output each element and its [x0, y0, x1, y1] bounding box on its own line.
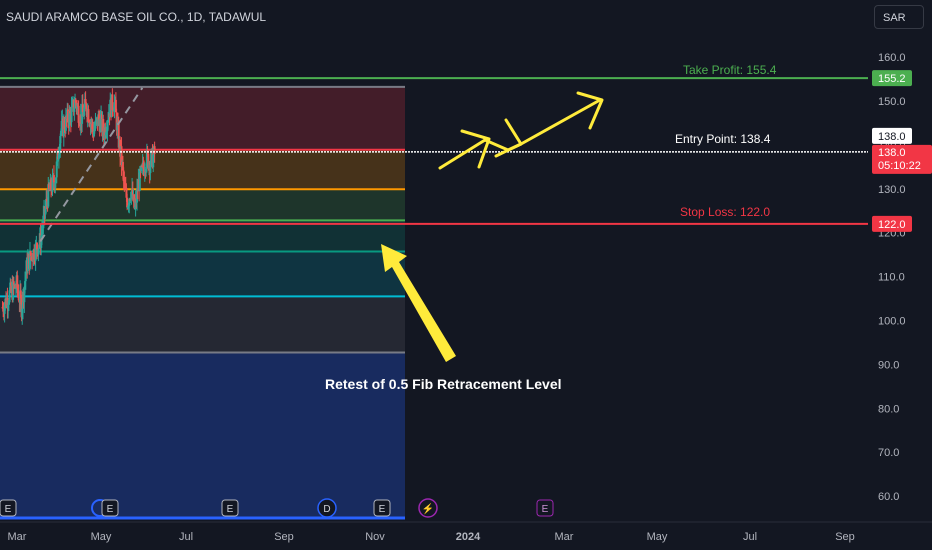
price-tick-label: 70.0	[878, 447, 899, 459]
candle-body	[153, 146, 156, 154]
price-tick-label: 90.0	[878, 359, 899, 371]
time-axis: Mar May Jul Sep Nov 2024 Mar May Jul Sep	[0, 521, 932, 543]
target-arrow	[519, 98, 602, 146]
fib-zone-0.382	[0, 189, 405, 221]
event-marker-label: E	[227, 504, 234, 515]
price-tick-label: 60.0	[878, 491, 899, 503]
fib-zone-0.786	[0, 296, 405, 353]
last-price-countdown: 05:10:22	[878, 160, 921, 172]
time-tick-label: Nov	[365, 531, 385, 543]
price-tick-label: 80.0	[878, 403, 899, 415]
event-marker-label: E	[5, 504, 12, 515]
price-tick-label: 130.0	[878, 184, 906, 196]
time-tick-label: May	[91, 531, 112, 543]
chart-title: SAUDI ARAMCO BASE OIL CO., 1D, TADAWUL	[6, 10, 267, 24]
stop-loss-label: Stop Loss: 122.0	[680, 205, 770, 219]
entry-tag: 138.0	[878, 131, 906, 143]
price-chart[interactable]: Take Profit: 155.4 Entry Point: 138.4 Stop…	[0, 0, 932, 550]
zigzag-arrow-2-head	[494, 118, 523, 158]
candle-body	[73, 107, 76, 112]
time-tick-label: Mar	[555, 531, 574, 543]
candle-body	[54, 182, 57, 188]
last-price-value: 138.0	[878, 147, 906, 159]
zigzag-arrow-1	[438, 138, 487, 170]
event-marker-label: E	[542, 504, 549, 515]
candle-body	[70, 106, 73, 123]
retest-annotation: Retest of 0.5 Fib Retracement Level	[325, 376, 562, 392]
time-tick-label: Sep	[835, 531, 855, 543]
event-marker-label: E	[379, 504, 386, 515]
price-tick-label: 160.0	[878, 52, 906, 64]
fib-zone-0.618	[0, 251, 405, 297]
event-marker-label: ⚡	[422, 502, 434, 515]
zigzag-arrow-segment	[483, 138, 510, 152]
time-tick-label: Mar	[8, 531, 27, 543]
stop-loss-tag: 122.0	[878, 219, 906, 231]
time-tick-label: Sep	[274, 531, 294, 543]
entry-label: Entry Point: 138.4	[675, 132, 771, 146]
zigzag-arrow-1-head	[460, 129, 491, 169]
take-profit-label: Take Profit: 155.4	[683, 63, 777, 77]
candle-body	[24, 275, 27, 282]
price-tick-label: 100.0	[878, 315, 906, 327]
time-tick-label: Jul	[179, 531, 193, 543]
take-profit-tag: 155.2	[878, 73, 906, 85]
price-axis: 60.070.080.090.0100.0110.0120.0130.0140.…	[868, 0, 932, 550]
event-marker-label: D	[323, 504, 330, 515]
time-tick-label: 2024	[456, 531, 481, 543]
candle-body	[87, 109, 90, 122]
arrows	[381, 91, 604, 362]
price-tick-label: 150.0	[878, 96, 906, 108]
currency-button[interactable]: SAR	[874, 5, 924, 29]
time-tick-label: Jul	[743, 531, 757, 543]
fib-zone-0.5	[0, 220, 405, 252]
annotations: Retest of 0.5 Fib Retracement Level	[325, 376, 562, 392]
time-tick-label: May	[647, 531, 668, 543]
price-tick-label: 110.0	[878, 272, 905, 284]
event-marker-label: E	[107, 504, 114, 515]
